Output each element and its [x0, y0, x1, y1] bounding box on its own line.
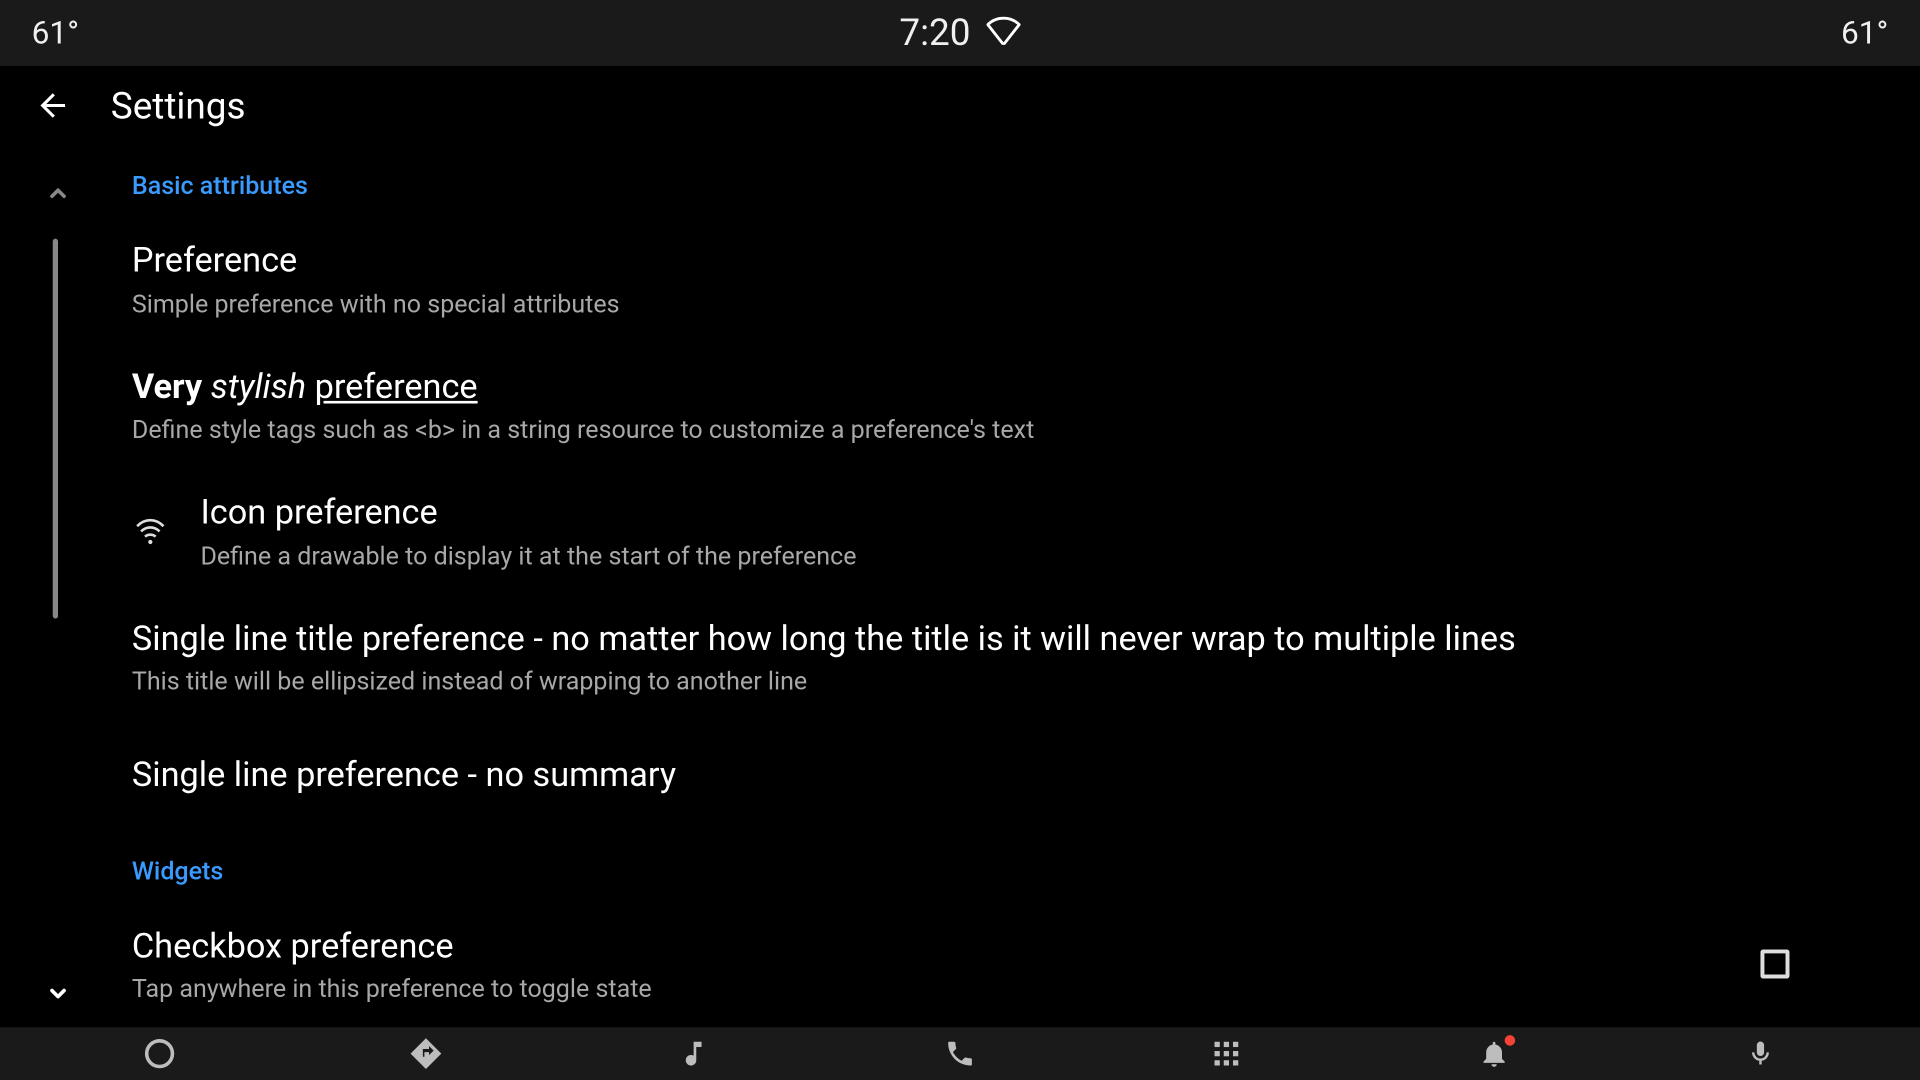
preferences-list: Basic attributes Preference Simple prefe…	[132, 146, 1920, 1027]
wifi-icon	[986, 11, 1020, 55]
bottom-nav	[0, 1027, 1920, 1080]
status-bar: 61° 7:20 61°	[0, 0, 1920, 65]
phone-icon	[944, 1038, 976, 1070]
app-bar: Settings	[0, 65, 1920, 146]
checkbox[interactable]	[1760, 950, 1789, 979]
preference-single-line-title[interactable]: Single line title preference - no matter…	[132, 594, 1815, 720]
preference-summary: Tap anywhere in this preference to toggl…	[132, 973, 1704, 1003]
section-header-widgets: Widgets	[132, 831, 1815, 901]
section-header-basic: Basic attributes	[132, 146, 1815, 216]
preference-summary: Define a drawable to display it at the s…	[200, 540, 1814, 570]
circle-icon	[143, 1036, 177, 1070]
preference-title: Checkbox preference	[132, 925, 1704, 968]
nav-navigation-button[interactable]	[400, 1027, 453, 1080]
apps-grid-icon	[1211, 1038, 1243, 1070]
mic-icon	[1746, 1039, 1775, 1068]
preference-summary: Define style tags such as <b> in a strin…	[132, 414, 1815, 444]
status-time: 7:20	[899, 11, 970, 55]
wifi-icon	[132, 518, 169, 544]
status-temp-right: 61°	[1841, 14, 1888, 51]
nav-notifications-button[interactable]	[1467, 1027, 1520, 1080]
nav-voice-button[interactable]	[1734, 1027, 1787, 1080]
nav-music-button[interactable]	[667, 1027, 720, 1080]
preference-title: Single line preference - no summary	[132, 754, 1815, 797]
arrow-left-icon	[34, 87, 71, 124]
nav-apps-button[interactable]	[1200, 1027, 1253, 1080]
notification-badge	[1504, 1035, 1515, 1046]
back-button[interactable]	[32, 85, 74, 127]
preference-title: Preference	[132, 240, 1815, 283]
directions-icon	[408, 1035, 445, 1072]
scroll-affordance	[0, 146, 132, 1027]
preference-stylish[interactable]: Very stylish preference Define style tag…	[132, 342, 1815, 468]
preference-no-summary[interactable]: Single line preference - no summary	[132, 720, 1815, 831]
preference-title: Icon preference	[200, 492, 1814, 535]
page-title: Settings	[111, 84, 246, 128]
chevron-up-icon	[44, 179, 73, 208]
preference-icon[interactable]: Icon preference Define a drawable to dis…	[132, 468, 1815, 594]
status-temp-left: 61°	[32, 14, 79, 51]
preference-simple[interactable]: Preference Simple preference with no spe…	[132, 216, 1815, 342]
chevron-down-icon	[44, 978, 73, 1007]
nav-phone-button[interactable]	[934, 1027, 987, 1080]
preference-title: Single line title preference - no matter…	[132, 618, 1815, 661]
music-note-icon	[677, 1038, 709, 1070]
scroll-down-button[interactable]	[40, 975, 77, 1012]
preference-summary: Simple preference with no special attrib…	[132, 288, 1815, 318]
preference-summary: This title will be ellipsized instead of…	[132, 666, 1815, 696]
scrollbar-thumb[interactable]	[53, 239, 58, 619]
preference-title: Very stylish preference	[132, 366, 1815, 409]
preference-checkbox[interactable]: Checkbox preference Tap anywhere in this…	[132, 901, 1815, 1027]
nav-assistant-button[interactable]	[133, 1027, 186, 1080]
scroll-up-button[interactable]	[40, 175, 77, 212]
